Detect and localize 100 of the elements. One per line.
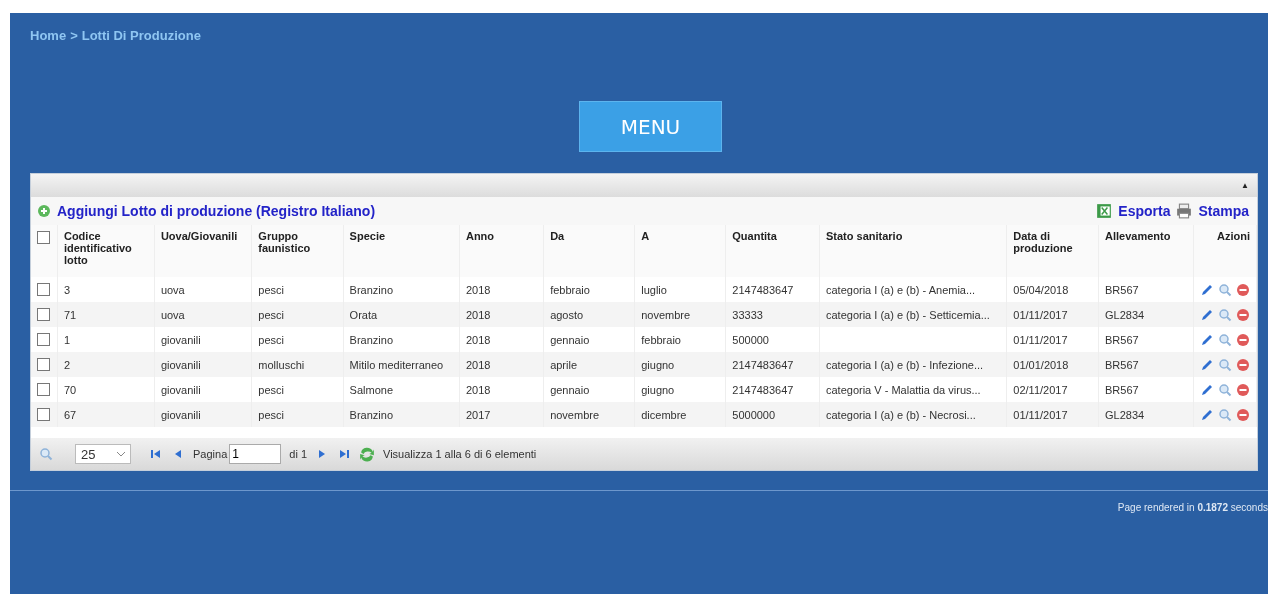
table-cell: 2018	[465, 358, 491, 371]
column-header: Anno	[465, 230, 495, 242]
column-header: Stato sanitario	[826, 230, 903, 242]
table-cell: 02/11/2017	[1013, 383, 1068, 396]
checkbox[interactable]	[37, 383, 50, 397]
table-cell: GL2834	[1105, 308, 1145, 321]
table-cell: GL2834	[1105, 408, 1145, 421]
spreadsheet-icon[interactable]	[1096, 203, 1113, 219]
table-cell: 2018	[465, 333, 491, 346]
column-header: Da	[550, 230, 565, 242]
table-cell: agosto	[550, 308, 584, 321]
table-cell: 67	[63, 408, 77, 421]
table-cell: Orata	[349, 308, 378, 321]
printer-icon[interactable]	[1176, 203, 1193, 219]
table-cell: categoria I (a) e (b) - Anemia...	[826, 283, 976, 296]
column-header: Data di produzione	[1013, 230, 1073, 254]
table-cell: giovanili	[160, 358, 201, 371]
delete-icon[interactable]	[1236, 282, 1250, 297]
table-cell: BR567	[1105, 383, 1139, 396]
pencil-icon[interactable]	[1200, 332, 1214, 347]
table-cell: gennaio	[550, 383, 590, 396]
pencil-icon[interactable]	[1200, 282, 1214, 297]
table-cell: uova	[160, 283, 185, 296]
table-cell: 5000000	[732, 408, 776, 421]
table-cell: novembre	[641, 308, 691, 321]
table-cell: Salmone	[349, 383, 394, 396]
table-cell: 2147483647	[732, 383, 794, 396]
checkbox[interactable]	[37, 308, 50, 322]
first-page-icon[interactable]	[149, 447, 163, 461]
table-cell: molluschi	[258, 358, 305, 371]
column-header: Allevamento	[1105, 230, 1171, 242]
export-link[interactable]: Esporta	[1118, 203, 1171, 219]
table-cell: BR567	[1105, 333, 1139, 346]
render-time-text: Page rendered in 0.1872 seconds	[1116, 501, 1268, 513]
table-cell: BR567	[1105, 358, 1139, 371]
pencil-icon[interactable]	[1200, 407, 1214, 422]
refresh-icon[interactable]	[359, 446, 375, 462]
table-cell: 33333	[732, 308, 763, 321]
table-cell: gennaio	[550, 333, 590, 346]
collapse-button[interactable]: ▲	[1241, 181, 1249, 190]
add-link[interactable]: Aggiungi Lotto di produzione (Registro Italiano)	[57, 203, 376, 219]
table-cell: 2147483647	[732, 283, 794, 296]
delete-icon[interactable]	[1236, 357, 1250, 372]
search-icon[interactable]	[1218, 282, 1232, 297]
table-cell: categoria I (a) e (b) - Necrosi...	[826, 408, 976, 421]
table-cell: 3	[63, 283, 71, 296]
checkbox[interactable]	[37, 408, 50, 422]
table-cell: categoria I (a) e (b) - Setticemia...	[826, 308, 990, 321]
table-cell: Branzino	[349, 333, 394, 346]
checkbox[interactable]	[37, 230, 50, 244]
table-cell: giovanili	[160, 333, 201, 346]
table-cell: pesci	[258, 283, 285, 296]
print-link[interactable]: Stampa	[1198, 203, 1249, 219]
table-cell: categoria V - Malattia da virus...	[826, 383, 981, 396]
chevron-icon	[117, 451, 125, 457]
table-cell: pesci	[258, 408, 285, 421]
checkbox[interactable]	[37, 358, 50, 372]
breadcrumb-link[interactable]: Home	[30, 28, 67, 43]
column-header: Codice identificativo lotto	[63, 230, 132, 266]
table-cell: 71	[63, 308, 77, 321]
table-cell: 500000	[732, 333, 769, 346]
breadcrumb-current: Lotti Di Produzione	[81, 28, 201, 43]
pencil-icon[interactable]	[1200, 382, 1214, 397]
table-cell: 2017	[465, 408, 491, 421]
breadcrumb-separator: >	[70, 28, 78, 43]
delete-icon[interactable]	[1236, 307, 1250, 322]
table-cell: BR567	[1105, 283, 1139, 296]
table-cell: 2	[63, 358, 71, 371]
table-cell: 05/04/2018	[1013, 283, 1069, 296]
table-cell: Branzino	[349, 283, 394, 296]
table-cell: Mitilo mediterraneo	[349, 358, 444, 371]
pencil-icon[interactable]	[1200, 357, 1214, 372]
delete-icon[interactable]	[1236, 382, 1250, 397]
table-cell: pesci	[258, 383, 285, 396]
pencil-icon[interactable]	[1200, 307, 1214, 322]
page-input[interactable]: 1	[229, 444, 282, 464]
table-cell: giugno	[641, 358, 675, 371]
table-cell: dicembre	[641, 408, 687, 421]
table-cell: 2018	[465, 283, 491, 296]
last-page-icon[interactable]	[337, 447, 351, 461]
table-cell: 2018	[465, 383, 491, 396]
table-cell: 2147483647	[732, 358, 794, 371]
delete-icon[interactable]	[1236, 332, 1250, 347]
search-icon[interactable]	[1218, 382, 1232, 397]
page-size-select[interactable]: 25	[75, 444, 131, 464]
checkbox[interactable]	[37, 333, 50, 347]
column-header: A	[641, 230, 650, 242]
table-cell: pesci	[258, 333, 285, 346]
pager-summary: Visualizza 1 alla 6 di 6 elementi	[383, 448, 537, 460]
checkbox[interactable]	[37, 283, 50, 297]
search-icon[interactable]	[1218, 332, 1232, 347]
table-cell: 2018	[465, 308, 491, 321]
table-cell: 1	[63, 333, 71, 346]
page-total: di 1	[289, 448, 307, 460]
column-header: Specie	[349, 230, 386, 242]
delete-icon[interactable]	[1236, 407, 1250, 422]
table-cell: febbraio	[550, 283, 590, 296]
table-cell: giovanili	[160, 383, 201, 396]
table-cell: 01/11/2017	[1013, 333, 1068, 346]
add-icon[interactable]	[37, 204, 51, 218]
